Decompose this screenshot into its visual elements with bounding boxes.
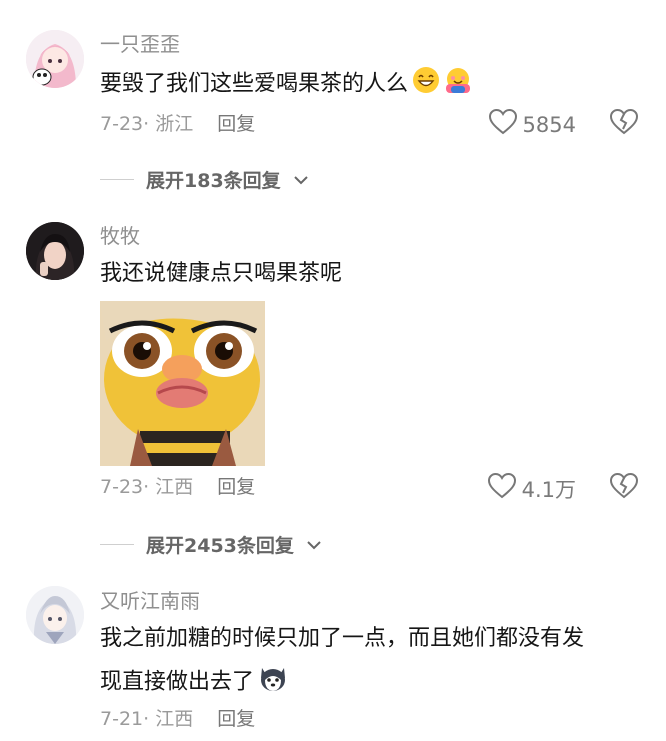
comment-date: 7-23 xyxy=(100,476,144,498)
avatar[interactable] xyxy=(26,586,84,644)
divider-line xyxy=(100,179,134,180)
divider-line xyxy=(100,544,134,545)
dislike-button[interactable] xyxy=(609,472,639,503)
expand-replies-button[interactable]: 展开183条回复 xyxy=(100,166,309,193)
bee-face-sticker-image[interactable] xyxy=(100,301,265,466)
comment-date: 7-23 xyxy=(100,113,144,135)
broken-heart-icon xyxy=(609,472,639,503)
comment-text: 我还说健康点只喝果茶呢 xyxy=(100,261,343,286)
chevron-down-icon xyxy=(306,535,322,554)
comment-text: 要毁了我们这些爱喝果茶的人么 xyxy=(100,66,640,103)
reply-button[interactable]: 回复 xyxy=(217,476,255,498)
reply-button[interactable]: 回复 xyxy=(217,113,255,135)
comment-location: 江西 xyxy=(155,476,194,498)
comment-date: 7-21 xyxy=(100,708,144,730)
heart-outline-icon xyxy=(487,472,516,504)
avatar[interactable] xyxy=(26,222,84,280)
like-button[interactable]: 4.1万 xyxy=(487,472,576,504)
comment-text: 我之前加糖的时候只加了一点，而且她们都没有发 现直接做出去了 xyxy=(100,624,640,701)
username[interactable]: 又听江南雨 xyxy=(100,589,200,613)
heart-outline-icon xyxy=(488,108,517,140)
hug-emoji-icon xyxy=(444,66,472,103)
grin-emoji-icon xyxy=(412,66,440,103)
username[interactable]: 一只歪歪 xyxy=(100,32,180,56)
avatar[interactable] xyxy=(26,30,84,88)
broken-heart-icon xyxy=(609,108,639,139)
expand-replies-button[interactable]: 展开2453条回复 xyxy=(100,531,322,558)
comment-text-content: 要毁了我们这些爱喝果茶的人么 xyxy=(100,71,409,97)
dislike-button[interactable] xyxy=(609,108,639,139)
comment-meta: 7-21· 江西 回复 xyxy=(100,708,256,730)
comment-text-line-2: 现直接做出去了 xyxy=(100,664,640,701)
comment-meta: 7-23· 浙江 回复 xyxy=(100,113,256,135)
reply-button[interactable]: 回复 xyxy=(217,708,255,730)
like-count: 5854 xyxy=(522,112,576,137)
chevron-down-icon xyxy=(293,170,309,189)
expand-replies-label: 展开2453条回复 xyxy=(146,535,294,557)
comment-location: 浙江 xyxy=(155,113,194,135)
expand-replies-label: 展开183条回复 xyxy=(146,170,281,192)
husky-emoji-icon xyxy=(258,664,288,701)
like-count: 4.1万 xyxy=(521,477,576,502)
comment-text-line: 我之前加糖的时候只加了一点，而且她们都没有发 xyxy=(100,626,585,651)
comment-text-content: 现直接做出去了 xyxy=(100,669,255,695)
username[interactable]: 牧牧 xyxy=(100,224,140,248)
like-button[interactable]: 5854 xyxy=(488,108,576,140)
comment-location: 江西 xyxy=(155,708,194,730)
comment-meta: 7-23· 江西 回复 xyxy=(100,476,256,498)
